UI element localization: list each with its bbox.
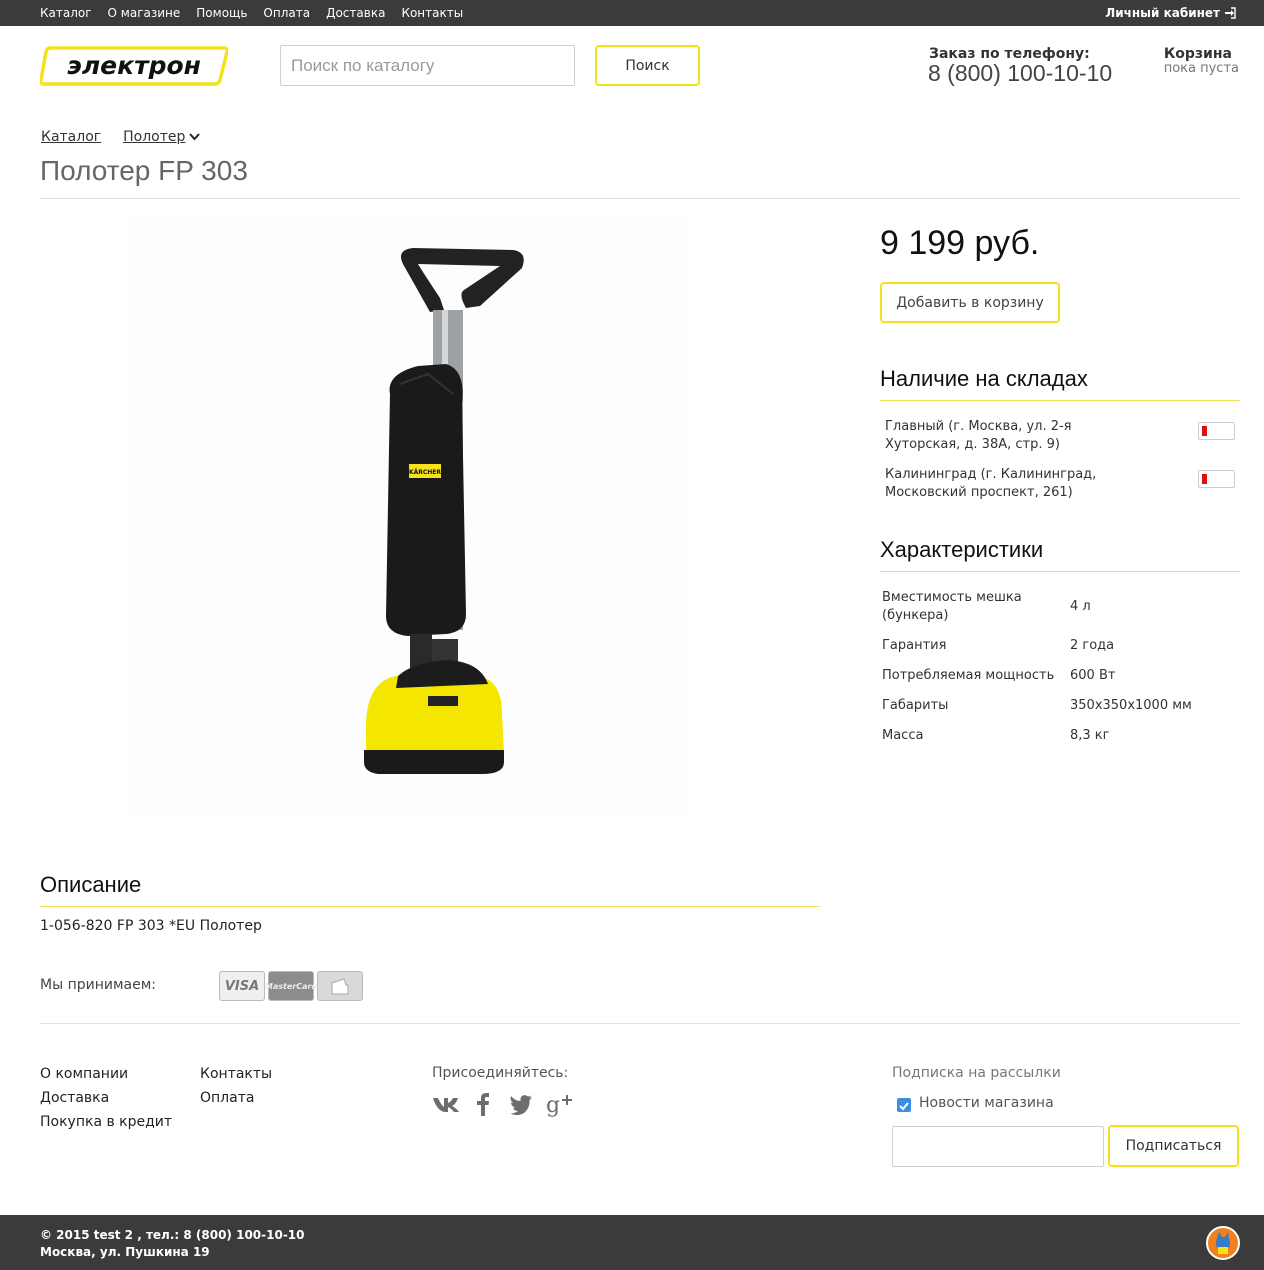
description-heading: Описание [40, 872, 142, 897]
footer-link-payment[interactable]: Оплата [200, 1086, 272, 1110]
twitter-icon[interactable] [508, 1091, 534, 1117]
stock-level-indicator [1198, 470, 1235, 488]
spec-name: Габариты [882, 698, 949, 713]
social-links: g [432, 1091, 572, 1118]
logo-badge: электрон [39, 46, 229, 86]
payment-methods: VISA MasterCard [219, 971, 363, 1001]
top-nav-about[interactable]: О магазине [108, 6, 181, 20]
description-text: 1-056-820 FP 303 *EU Полотер [40, 918, 262, 934]
footer-links-company: О компании Доставка Покупка в кредит [40, 1062, 172, 1134]
footer-divider [40, 1023, 1240, 1024]
product-image[interactable]: KÄRCHER [128, 214, 688, 814]
top-nav-help[interactable]: Помощь [196, 6, 247, 20]
phone-number[interactable]: 8 (800) 100-10-10 [928, 60, 1112, 87]
stock-heading: Наличие на складах [880, 366, 1088, 391]
account-label: Личный кабинет [1105, 6, 1220, 20]
spec-name: Масса [882, 728, 924, 743]
top-nav-catalog[interactable]: Каталог [40, 6, 92, 20]
stock-level-indicator [1198, 422, 1235, 440]
spec-value: 2 года [1070, 638, 1115, 653]
spec-name: Вместимость мешка (бункера) [882, 590, 1022, 623]
footer-links-info: Контакты Оплата [200, 1062, 272, 1110]
logo-text: электрон [67, 51, 201, 80]
bottom-bar: © 2015 test 2 , тел.: 8 (800) 100-10-10 … [0, 1215, 1264, 1270]
cart-link[interactable]: Корзина [1164, 46, 1232, 62]
wallet-icon [317, 971, 363, 1001]
sign-in-icon [1225, 7, 1236, 19]
payment-label: Мы принимаем: [40, 977, 157, 993]
floor-polisher-image: KÄRCHER [128, 214, 688, 814]
subscribe-checkbox[interactable] [897, 1098, 911, 1112]
subscribe-button[interactable]: Подписаться [1108, 1125, 1239, 1167]
top-nav-contacts[interactable]: Контакты [401, 6, 463, 20]
footer-link-about[interactable]: О компании [40, 1062, 172, 1086]
check-icon [899, 1102, 909, 1111]
product-price: 9 199 руб. [880, 224, 1040, 262]
footer-link-contacts[interactable]: Контакты [200, 1062, 272, 1086]
spec-name: Потребляемая мощность [882, 668, 1055, 683]
copyright-text: © 2015 test 2 , тел.: 8 (800) 100-10-10 [40, 1228, 305, 1242]
title-divider [40, 198, 1240, 199]
stock-level-fill [1202, 474, 1207, 484]
stock-level-fill [1202, 426, 1207, 436]
subscribe-email-input[interactable] [892, 1126, 1104, 1167]
mascot-icon[interactable] [1206, 1226, 1240, 1260]
spec-name: Гарантия [882, 638, 947, 653]
breadcrumb-floor-polisher-link[interactable]: Полотер [123, 129, 185, 145]
cart-status: пока пуста [1163, 61, 1239, 76]
spec-value: 4 л [1070, 599, 1091, 614]
description-divider [40, 906, 820, 907]
spec-value: 600 Вт [1070, 668, 1116, 683]
breadcrumb-floor-polisher[interactable]: Полотер [123, 129, 201, 145]
mastercard-icon: MasterCard [265, 971, 317, 1001]
breadcrumb: Каталог Полотер [41, 129, 201, 145]
stock-item: Главный (г. Москва, ул. 2-я Хуторская, д… [885, 418, 1240, 454]
google-plus-icon[interactable]: g [546, 1091, 572, 1118]
facebook-icon[interactable] [470, 1091, 496, 1117]
stock-item: Калининград (г. Калининград, Московский … [885, 466, 1240, 502]
site-logo[interactable]: электрон [39, 46, 229, 86]
vk-icon[interactable] [432, 1091, 459, 1117]
stock-divider [880, 400, 1240, 401]
spec-value: 350x350x1000 мм [1070, 698, 1192, 713]
account-link[interactable]: Личный кабинет [1105, 0, 1236, 26]
subscribe-label: Подписка на рассылки [892, 1065, 1061, 1081]
svg-text:g: g [546, 1093, 560, 1117]
brand-label: KÄRCHER [409, 469, 441, 476]
add-to-cart-button[interactable]: Добавить в корзину [880, 282, 1060, 323]
chevron-down-icon [189, 133, 201, 141]
footer-link-credit[interactable]: Покупка в кредит [40, 1110, 172, 1134]
top-nav: Каталог О магазине Помощь Оплата Доставк… [40, 0, 463, 26]
visa-icon: VISA [219, 971, 265, 1001]
subscribe-option-label[interactable]: Новости магазина [919, 1095, 1054, 1111]
stock-address: Главный (г. Москва, ул. 2-я Хуторская, д… [885, 419, 1072, 452]
top-bar: Каталог О магазине Помощь Оплата Доставк… [0, 0, 1264, 26]
breadcrumb-catalog[interactable]: Каталог [41, 129, 101, 145]
spec-value: 8,3 кг [1070, 728, 1110, 743]
specs-divider [880, 571, 1240, 572]
search-input[interactable] [280, 45, 575, 86]
footer-link-delivery[interactable]: Доставка [40, 1086, 172, 1110]
address-text: Москва, ул. Пушкина 19 [40, 1245, 210, 1259]
top-nav-payment[interactable]: Оплата [263, 6, 310, 20]
stock-address: Калининград (г. Калининград, Московский … [885, 467, 1097, 500]
top-nav-delivery[interactable]: Доставка [326, 6, 385, 20]
specs-heading: Характеристики [880, 537, 1044, 562]
search-button[interactable]: Поиск [595, 45, 700, 86]
page-title: Полотер FP 303 [40, 155, 248, 186]
social-label: Присоединяйтесь: [432, 1065, 569, 1081]
